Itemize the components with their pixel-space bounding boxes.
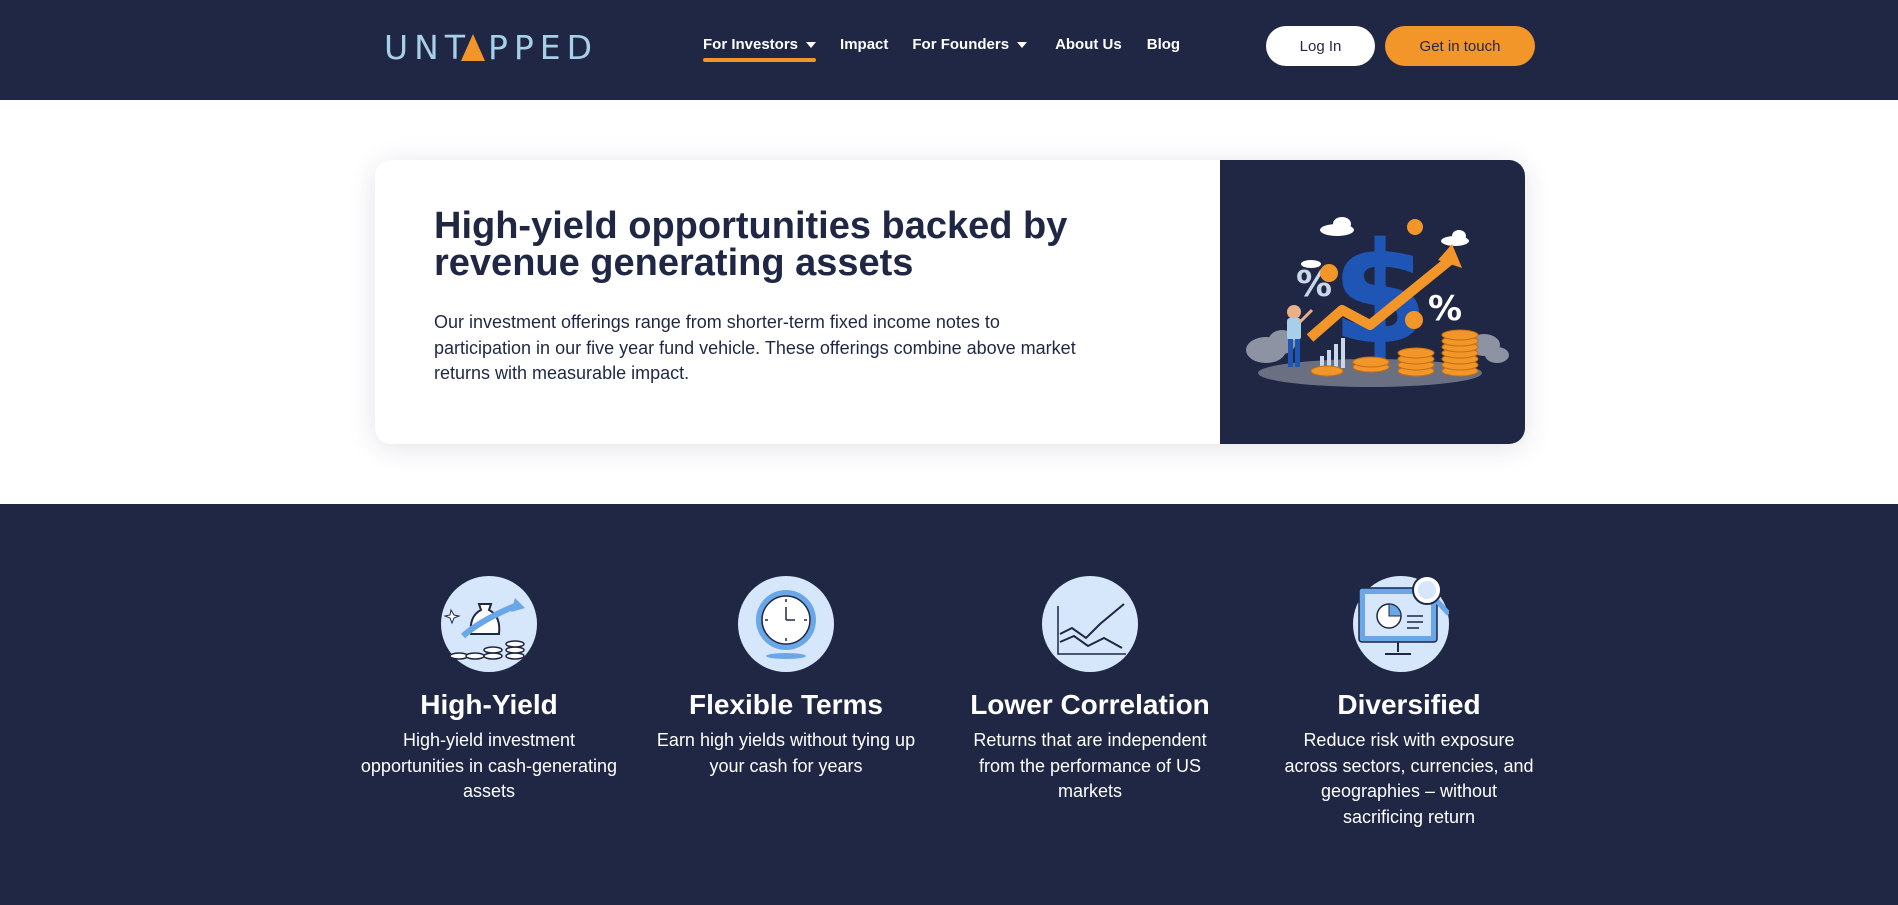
clock-icon [738,576,834,672]
feature-title: Lower Correlation [970,689,1210,720]
hero-card: High-yield opportunities backed by reven… [375,160,1525,444]
feature-description: High-yield investment opportunities in c… [360,730,618,801]
line-chart-icon [1042,576,1138,672]
untapped-logo[interactable]: UNT PPED [384,28,594,64]
login-button[interactable]: Log In [1266,26,1375,66]
monitor-analytics-icon [1353,575,1451,672]
feature-title: Flexible Terms [688,689,883,720]
logo-wordmark: UNT PPED [384,28,594,64]
site-header: UNT PPED For Investors Impact For Founde… [0,0,1898,100]
nav-item-label: About Us [1055,36,1122,53]
nav-item-label: Impact [840,36,889,53]
get-in-touch-button[interactable]: Get in touch [1385,26,1535,66]
feature-description: Returns that are independent from the pe… [973,730,1207,801]
feature-description: Reduce risk with exposure across sectors… [1284,730,1534,827]
feature-title: High-Yield [420,689,558,720]
feature-description: Earn high yields without tying up your c… [656,730,916,776]
main-nav: For Investors Impact For Founders About … [703,34,1180,64]
svg-text:UNT: UNT [384,28,471,64]
nav-item-label: Blog [1146,36,1181,53]
caret-down-icon [806,42,817,48]
nav-item-label: For Founders [912,36,1010,53]
nav-item-label: For Investors [703,36,799,53]
svg-text:PPED: PPED [488,28,594,64]
nav-item-about-us[interactable]: About Us [1055,34,1122,64]
nav-item-for-founders[interactable]: For Founders [912,34,1028,64]
feature-title: Diversified [1337,689,1481,720]
svg-text:%: % [1428,289,1462,329]
features-section: High-Yield High-yield investment opportu… [0,504,1898,905]
hero-title: High-yield opportunities backed by reven… [434,205,1068,284]
nav-item-impact[interactable]: Impact [840,34,888,64]
dollar-growth-illustration: $ % % [1246,213,1509,387]
hero-description: Our investment offerings range from shor… [434,312,1076,383]
hero-illustration-panel: $ % % [1220,160,1525,444]
money-bag-coins-icon [441,576,537,672]
nav-item-for-investors[interactable]: For Investors [703,34,817,64]
caret-down-icon [1017,42,1028,48]
nav-item-blog[interactable]: Blog [1147,34,1180,64]
